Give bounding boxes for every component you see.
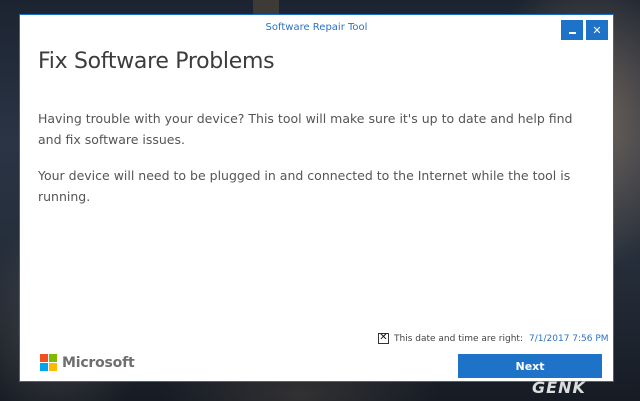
requirements-paragraph: Your device will need to be plugged in a… xyxy=(38,168,571,204)
genk-watermark: GENK xyxy=(532,378,586,397)
title-bar[interactable]: Software Repair Tool ✕ xyxy=(20,15,613,45)
datetime-value-link[interactable]: 7/1/2017 7:56 PM xyxy=(529,334,609,344)
microsoft-logo-icon xyxy=(40,354,57,371)
logo-red-square xyxy=(40,354,48,362)
microsoft-logo: Microsoft xyxy=(40,354,135,371)
logo-blue-square xyxy=(40,363,48,371)
microsoft-logo-text: Microsoft xyxy=(62,354,135,371)
page-title: Fix Software Problems xyxy=(38,49,275,74)
datetime-confirmation: ✕ This date and time are right: 7/1/2017… xyxy=(378,332,609,344)
close-icon: ✕ xyxy=(592,23,602,37)
background-building xyxy=(253,0,279,14)
description-paragraph: Having trouble with your device? This to… xyxy=(38,111,573,147)
window-title: Software Repair Tool xyxy=(265,22,368,33)
minimize-icon xyxy=(568,31,576,34)
repair-tool-window: Software Repair Tool ✕ Fix Software Prob… xyxy=(19,14,614,382)
next-button[interactable]: Next xyxy=(458,354,602,378)
close-button[interactable]: ✕ xyxy=(586,20,608,40)
datetime-checkbox[interactable]: ✕ xyxy=(378,332,389,344)
minimize-button[interactable] xyxy=(561,20,583,40)
logo-green-square xyxy=(49,354,57,362)
check-mark-icon: ✕ xyxy=(379,332,388,343)
logo-yellow-square xyxy=(49,363,57,371)
datetime-label: This date and time are right: xyxy=(394,333,523,344)
